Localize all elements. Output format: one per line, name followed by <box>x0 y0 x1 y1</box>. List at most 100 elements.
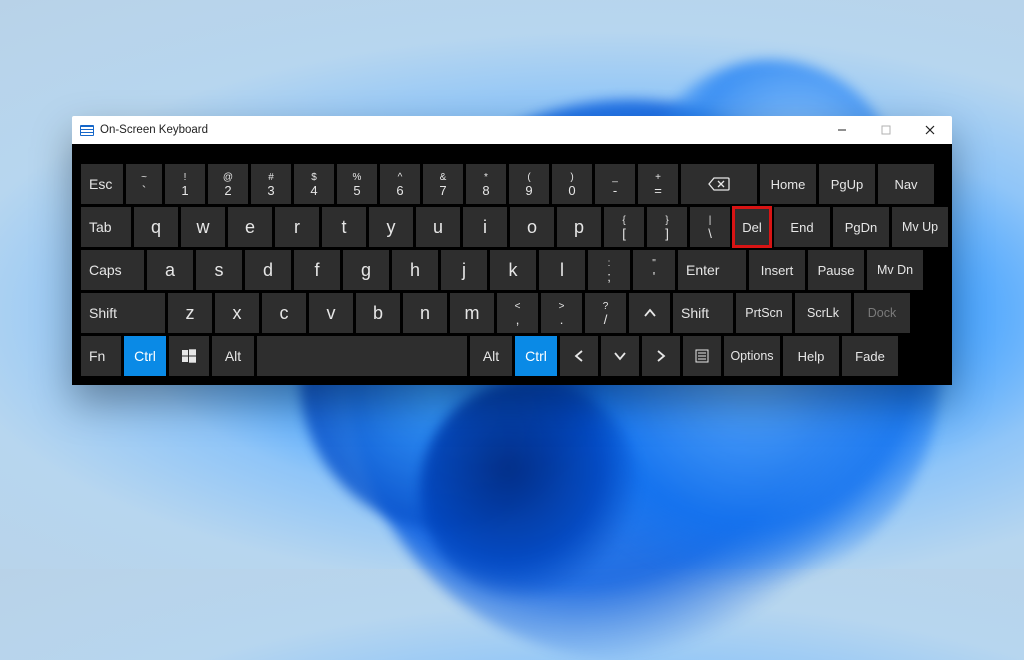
key-3[interactable]: #3 <box>251 164 291 204</box>
key-nav[interactable]: Nav <box>878 164 934 204</box>
key-right-shift[interactable]: Shift <box>673 293 733 333</box>
key-m[interactable]: m <box>450 293 494 333</box>
keyboard-surface: Esc ~` !1 @2 #3 $4 %5 ^6 &7 *8 (9 )0 _- … <box>72 144 952 385</box>
backspace-icon <box>708 177 730 191</box>
key-w[interactable]: w <box>181 207 225 247</box>
key-left-alt[interactable]: Alt <box>212 336 254 376</box>
key-insert[interactable]: Insert <box>749 250 805 290</box>
key-z[interactable]: z <box>168 293 212 333</box>
maximize-button[interactable] <box>864 116 908 144</box>
key-t[interactable]: t <box>322 207 366 247</box>
key-0[interactable]: )0 <box>552 164 592 204</box>
key-b[interactable]: b <box>356 293 400 333</box>
key-row-4: Shift z x c v b n m <, >. ?/ Shift PrtSc… <box>81 293 943 333</box>
key-i[interactable]: i <box>463 207 507 247</box>
key-left-shift[interactable]: Shift <box>81 293 165 333</box>
key-semicolon[interactable]: :; <box>588 250 630 290</box>
key-f[interactable]: f <box>294 250 340 290</box>
key-s[interactable]: s <box>196 250 242 290</box>
key-backspace[interactable] <box>681 164 757 204</box>
key-backtick[interactable]: ~` <box>126 164 162 204</box>
key-e[interactable]: e <box>228 207 272 247</box>
key-esc[interactable]: Esc <box>81 164 123 204</box>
key-fade[interactable]: Fade <box>842 336 898 376</box>
key-right-ctrl[interactable]: Ctrl <box>515 336 557 376</box>
key-apostrophe[interactable]: "' <box>633 250 675 290</box>
key-end[interactable]: End <box>774 207 830 247</box>
key-u[interactable]: u <box>416 207 460 247</box>
key-space[interactable] <box>257 336 467 376</box>
key-7[interactable]: &7 <box>423 164 463 204</box>
key-h[interactable]: h <box>392 250 438 290</box>
key-caps[interactable]: Caps <box>81 250 144 290</box>
key-q[interactable]: q <box>134 207 178 247</box>
key-4[interactable]: $4 <box>294 164 334 204</box>
key-mv-up[interactable]: Mv Up <box>892 207 948 247</box>
key-arrow-left[interactable] <box>560 336 598 376</box>
key-right-bracket[interactable]: }] <box>647 207 687 247</box>
key-j[interactable]: j <box>441 250 487 290</box>
window-buttons <box>820 116 952 144</box>
key-1[interactable]: !1 <box>165 164 205 204</box>
wallpaper-bloom <box>420 380 640 600</box>
chevron-right-icon <box>653 348 669 364</box>
key-context-menu[interactable] <box>683 336 721 376</box>
key-9[interactable]: (9 <box>509 164 549 204</box>
key-slash[interactable]: ?/ <box>585 293 626 333</box>
key-row-5: Fn Ctrl Alt Alt Ctrl Options Help Fa <box>81 336 943 376</box>
key-help[interactable]: Help <box>783 336 839 376</box>
key-prtscn[interactable]: PrtScn <box>736 293 792 333</box>
key-mv-dn[interactable]: Mv Dn <box>867 250 923 290</box>
key-x[interactable]: x <box>215 293 259 333</box>
key-tab[interactable]: Tab <box>81 207 131 247</box>
key-pgup[interactable]: PgUp <box>819 164 875 204</box>
key-p[interactable]: p <box>557 207 601 247</box>
key-minus[interactable]: _- <box>595 164 635 204</box>
window-title: On-Screen Keyboard <box>100 124 208 136</box>
key-period[interactable]: >. <box>541 293 582 333</box>
key-6[interactable]: ^6 <box>380 164 420 204</box>
key-left-bracket[interactable]: {[ <box>604 207 644 247</box>
key-r[interactable]: r <box>275 207 319 247</box>
key-row-1: Esc ~` !1 @2 #3 $4 %5 ^6 &7 *8 (9 )0 _- … <box>81 164 943 204</box>
key-options[interactable]: Options <box>724 336 780 376</box>
key-del[interactable]: Del <box>733 207 771 247</box>
minimize-button[interactable] <box>820 116 864 144</box>
key-n[interactable]: n <box>403 293 447 333</box>
chevron-left-icon <box>571 348 587 364</box>
key-scrlk[interactable]: ScrLk <box>795 293 851 333</box>
key-arrow-up[interactable] <box>629 293 670 333</box>
key-home[interactable]: Home <box>760 164 816 204</box>
key-d[interactable]: d <box>245 250 291 290</box>
key-pgdn[interactable]: PgDn <box>833 207 889 247</box>
key-left-ctrl[interactable]: Ctrl <box>124 336 166 376</box>
chevron-down-icon <box>612 348 628 364</box>
close-button[interactable] <box>908 116 952 144</box>
key-o[interactable]: o <box>510 207 554 247</box>
key-windows[interactable] <box>169 336 209 376</box>
key-right-alt[interactable]: Alt <box>470 336 512 376</box>
key-fn[interactable]: Fn <box>81 336 121 376</box>
key-5[interactable]: %5 <box>337 164 377 204</box>
key-g[interactable]: g <box>343 250 389 290</box>
key-2[interactable]: @2 <box>208 164 248 204</box>
key-enter[interactable]: Enter <box>678 250 746 290</box>
key-y[interactable]: y <box>369 207 413 247</box>
key-dock[interactable]: Dock <box>854 293 910 333</box>
key-pause[interactable]: Pause <box>808 250 864 290</box>
key-l[interactable]: l <box>539 250 585 290</box>
key-v[interactable]: v <box>309 293 353 333</box>
key-a[interactable]: a <box>147 250 193 290</box>
key-8[interactable]: *8 <box>466 164 506 204</box>
key-comma[interactable]: <, <box>497 293 538 333</box>
chevron-up-icon <box>642 305 658 321</box>
key-arrow-down[interactable] <box>601 336 639 376</box>
key-c[interactable]: c <box>262 293 306 333</box>
menu-icon <box>695 349 709 363</box>
key-equals[interactable]: += <box>638 164 678 204</box>
key-k[interactable]: k <box>490 250 536 290</box>
titlebar[interactable]: On-Screen Keyboard <box>72 116 952 144</box>
key-row-2: Tab q w e r t y u i o p {[ }] |\ Del End… <box>81 207 943 247</box>
key-backslash[interactable]: |\ <box>690 207 730 247</box>
key-arrow-right[interactable] <box>642 336 680 376</box>
